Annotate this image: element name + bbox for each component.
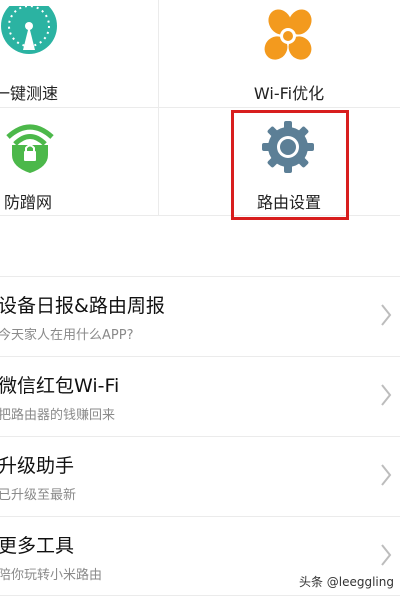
grid-item-label: 一键测速 [0,84,59,103]
grid-item-label: 防蹭网 [4,193,53,212]
list-item-subtitle: 已升级至最新 [0,488,77,503]
list-item-subtitle: 把路由器的钱赚回来 [0,408,116,423]
list-item[interactable]: 设备日报&路由周报 今天家人在用什么APP? [0,276,400,356]
grid-item-wifi-optimize[interactable]: Wi-Fi优化 [210,0,368,107]
list-item-title: 设备日报&路由周报 [0,295,165,317]
list-item-subtitle: 今天家人在用什么APP? [0,328,134,343]
list-item-title: 微信红包Wi-Fi [0,375,120,397]
chevron-right-icon [381,544,392,566]
watermark: 头条 @leeggling [298,575,394,589]
highlight-box [231,110,349,220]
chevron-right-icon [381,384,392,406]
list-item[interactable]: 微信红包Wi-Fi 把路由器的钱赚回来 [0,356,400,436]
grid-item-label: Wi-Fi优化 [253,84,325,103]
list-item-subtitle: 陪你玩转小米路由 [0,568,103,583]
grid-divider-vertical [158,0,159,216]
chevron-right-icon [381,304,392,326]
chevron-right-icon [381,464,392,486]
grid-divider-horizontal [0,107,400,108]
grid-item-anti-freeload[interactable]: 防蹭网 [0,109,158,216]
speedometer-icon [1,6,57,54]
tool-grid: 一键测速 Wi-Fi优化 防蹭网 路由设置 [0,0,400,220]
grid-item-speed-test[interactable]: 一键测速 [0,0,118,107]
feature-list: 设备日报&路由周报 今天家人在用什么APP? 微信红包Wi-Fi 把路由器的钱赚… [0,276,400,596]
list-item-title: 更多工具 [0,535,75,557]
wifi-shield-icon [6,124,54,173]
list-item-title: 升级助手 [0,455,75,477]
list-item[interactable]: 升级助手 已升级至最新 [0,436,400,516]
fan-icon [264,9,312,60]
